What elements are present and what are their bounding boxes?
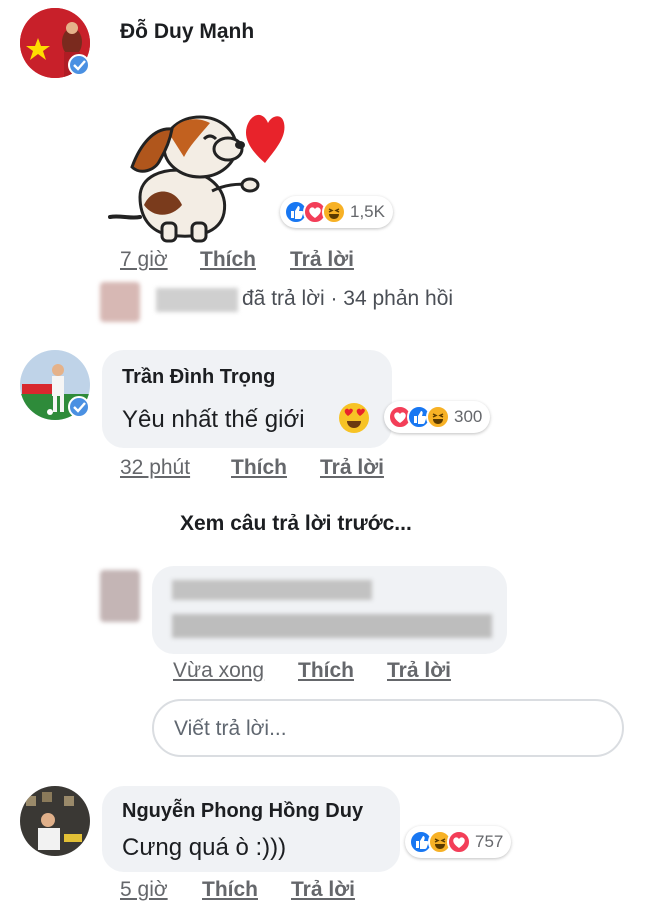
heart-eyes-emoji-icon xyxy=(338,402,370,434)
reaction-summary[interactable]: 300 xyxy=(384,401,491,433)
dog-heart-sticker-icon xyxy=(100,105,285,245)
haha-reaction-icon xyxy=(322,200,346,224)
comment-bubble: Trần Đình Trọng Yêu nhất thế giới xyxy=(102,350,392,448)
comment-author[interactable]: Trần Đình Trọng xyxy=(122,366,275,389)
comment-time-link[interactable]: 32 phút xyxy=(120,456,190,480)
blurred-avatar xyxy=(100,282,140,322)
reply-summary-text: đã trả lời · 34 phản hồi xyxy=(242,287,454,310)
blurred-text xyxy=(172,614,492,638)
reaction-summary[interactable]: 757 xyxy=(405,826,512,858)
reaction-summary[interactable]: 1,5K xyxy=(280,196,393,228)
haha-reaction-icon xyxy=(426,405,450,429)
blurred-avatar xyxy=(100,570,140,622)
comment-time-link[interactable]: Vừa xong xyxy=(173,659,264,683)
reply-input[interactable]: Viết trả lời... xyxy=(152,699,624,757)
comment-bubble: Nguyễn Phong Hồng Duy Cưng quá ò :))) xyxy=(102,786,400,872)
comment-text: Yêu nhất thế giới xyxy=(122,406,305,433)
reply-input-placeholder: Viết trả lời... xyxy=(174,717,287,740)
comment-author[interactable]: Đỗ Duy Mạnh xyxy=(120,20,254,44)
like-button[interactable]: Thích xyxy=(298,659,354,683)
comment-bubble xyxy=(152,566,507,654)
blurred-name xyxy=(156,288,238,312)
like-button[interactable]: Thích xyxy=(231,456,287,480)
love-reaction-icon xyxy=(447,830,471,854)
reaction-count: 300 xyxy=(454,407,483,426)
reply-summary[interactable]: đã trả lời · 34 phản hồi xyxy=(100,280,500,324)
reaction-count: 1,5K xyxy=(350,202,385,221)
verified-badge-icon xyxy=(68,396,90,418)
comment-author[interactable]: Nguyễn Phong Hồng Duy xyxy=(122,800,363,823)
reply-button[interactable]: Trả lời xyxy=(387,659,451,683)
like-button[interactable]: Thích xyxy=(202,878,258,902)
like-button[interactable]: Thích xyxy=(200,248,256,272)
blurred-name xyxy=(172,580,372,600)
comment-text: Cưng quá ò :))) xyxy=(122,834,287,861)
reply-button[interactable]: Trả lời xyxy=(291,878,355,902)
view-previous-replies-link[interactable]: Xem câu trả lời trước... xyxy=(180,512,412,536)
verified-badge-icon xyxy=(68,54,90,76)
comment-time-link[interactable]: 5 giờ xyxy=(120,878,168,902)
reply-button[interactable]: Trả lời xyxy=(320,456,384,480)
reply-button[interactable]: Trả lời xyxy=(290,248,354,272)
avatar-nguyen-phong-hong-duy[interactable] xyxy=(20,786,90,856)
comment-time-link[interactable]: 7 giờ xyxy=(120,248,168,272)
reaction-count: 757 xyxy=(475,832,504,851)
